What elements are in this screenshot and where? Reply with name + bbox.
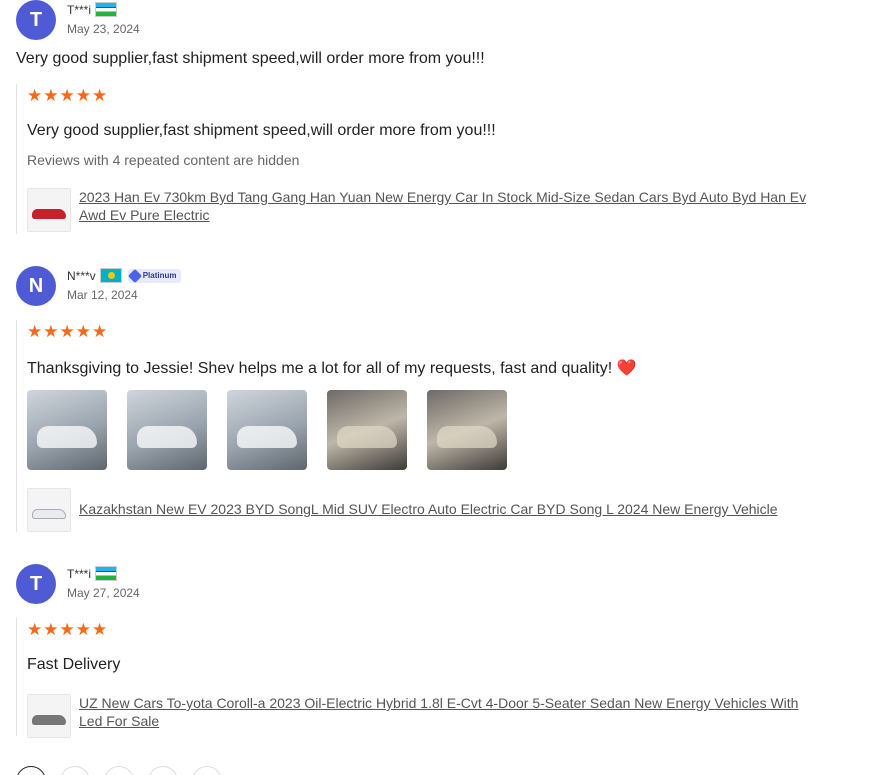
reviewer-name: T***i [67, 566, 92, 581]
star-icon: ★ [43, 322, 59, 341]
product-thumbnail[interactable] [27, 488, 71, 532]
star-icon: ★ [92, 322, 108, 341]
page-button[interactable] [192, 766, 222, 775]
star-icon: ★ [75, 86, 91, 105]
product-thumbnail[interactable] [27, 694, 71, 738]
star-rating: ★ ★ ★ ★ ★ [27, 621, 819, 638]
review-content: Thanksgiving to Jessie! Shev helps me a … [27, 360, 637, 377]
review-photo[interactable] [227, 390, 307, 470]
page-button[interactable] [148, 766, 178, 775]
star-icon: ★ [27, 322, 43, 341]
product-row[interactable]: Kazakhstan New EV 2023 BYD SongL Mid SUV… [27, 488, 819, 532]
reviewer-name: N***v [67, 268, 96, 283]
review-body: ★ ★ ★ ★ ★ Very good supplier,fast shipme… [16, 84, 819, 234]
star-icon: ★ [27, 86, 43, 105]
star-icon: ★ [43, 86, 59, 105]
star-icon: ★ [75, 620, 91, 639]
review-content: Very good supplier,fast shipment speed,w… [27, 122, 496, 139]
star-icon: ★ [92, 620, 108, 639]
star-icon: ★ [59, 86, 75, 105]
review-date: May 27, 2024 [67, 586, 140, 600]
uz-flag-icon [95, 2, 118, 17]
star-icon: ★ [43, 620, 59, 639]
review-date: Mar 12, 2024 [67, 288, 138, 302]
platinum-badge: Platinum [127, 268, 182, 283]
pagination [16, 766, 222, 775]
avatar: T [16, 0, 56, 40]
page-button[interactable] [60, 766, 90, 775]
review-content: Fast Delivery [27, 656, 121, 673]
page-button[interactable] [104, 766, 134, 775]
review-body: ★ ★ ★ ★ ★ Thanksgiving to Jessie! Shev h… [16, 320, 819, 532]
star-icon: ★ [59, 620, 75, 639]
hidden-reviews-note: Reviews with 4 repeated content are hidd… [27, 152, 300, 168]
product-link[interactable]: Kazakhstan New EV 2023 BYD SongL Mid SUV… [79, 500, 819, 518]
diamond-icon [127, 268, 142, 283]
star-icon: ★ [92, 86, 108, 105]
avatar: T [16, 564, 56, 604]
review-photos [27, 390, 819, 470]
review-photo[interactable] [27, 390, 107, 470]
star-icon: ★ [27, 620, 43, 639]
review-date: May 23, 2024 [67, 22, 140, 36]
reviewer-name: T***i [67, 2, 92, 17]
review-photo[interactable] [327, 390, 407, 470]
star-rating: ★ ★ ★ ★ ★ [27, 323, 819, 340]
star-rating: ★ ★ ★ ★ ★ [27, 87, 819, 104]
review-photo[interactable] [127, 390, 207, 470]
star-icon: ★ [59, 322, 75, 341]
review-body: ★ ★ ★ ★ ★ Fast Delivery UZ New Cars To-y… [16, 618, 819, 738]
product-link[interactable]: UZ New Cars To-yota Coroll-a 2023 Oil-El… [79, 694, 819, 730]
product-row[interactable]: UZ New Cars To-yota Coroll-a 2023 Oil-El… [27, 694, 819, 738]
review-summary: Very good supplier,fast shipment speed,w… [16, 50, 485, 67]
product-link[interactable]: 2023 Han Ev 730km Byd Tang Gang Han Yuan… [79, 188, 819, 224]
avatar: N [16, 266, 56, 306]
product-thumbnail[interactable] [27, 188, 71, 232]
kz-flag-icon [99, 268, 122, 283]
star-icon: ★ [75, 322, 91, 341]
product-row[interactable]: 2023 Han Ev 730km Byd Tang Gang Han Yuan… [27, 188, 819, 232]
review-photo[interactable] [427, 390, 507, 470]
page-button[interactable] [16, 766, 46, 775]
uz-flag-icon [95, 566, 118, 581]
